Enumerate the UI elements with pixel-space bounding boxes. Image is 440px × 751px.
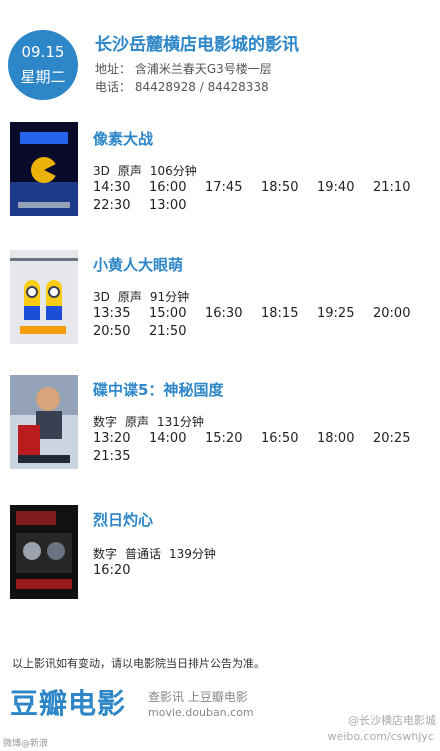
movie-poster[interactable] <box>10 122 78 216</box>
showtime[interactable]: 21:50 <box>149 324 204 339</box>
showtime[interactable]: 18:50 <box>261 180 316 195</box>
showtime[interactable]: 15:00 <box>149 306 204 321</box>
cinema-phone: 电话： 84428928 / 84428338 <box>95 80 269 94</box>
date-badge: 09.15 星期二 <box>8 30 78 100</box>
showtime[interactable]: 21:35 <box>93 449 148 464</box>
movie-title[interactable]: 小黄人大眼萌 <box>93 254 183 275</box>
movie-meta: 3D 原声 106分钟 <box>93 162 205 179</box>
showtime[interactable]: 13:00 <box>149 198 204 213</box>
schedule-notice: 以上影讯如有变动，请以电影院当日排片公告为准。 <box>12 657 265 670</box>
movie-audio: 普通话 <box>125 547 162 561</box>
watermark-weibo-account: @长沙横店电影城 <box>348 714 436 727</box>
movie-poster[interactable] <box>10 375 78 469</box>
showtime[interactable]: 16:20 <box>93 563 148 578</box>
watermark-weibo-url: weibo.com/cswhjyc <box>327 730 434 743</box>
showtime[interactable]: 18:00 <box>317 431 372 446</box>
movie-audio: 原声 <box>117 164 142 178</box>
movie-duration: 106分钟 <box>149 164 197 178</box>
showtime[interactable]: 13:35 <box>93 306 148 321</box>
movie-title[interactable]: 碟中谍5：神秘国度 <box>93 379 223 400</box>
showtime[interactable]: 14:00 <box>149 431 204 446</box>
movie-audio: 原声 <box>125 415 150 429</box>
showtime[interactable]: 13:20 <box>93 431 148 446</box>
movie-duration: 139分钟 <box>169 547 216 561</box>
showtime[interactable]: 17:45 <box>205 180 260 195</box>
movie-poster[interactable] <box>10 250 78 344</box>
movie-format: 数字 <box>93 415 118 429</box>
showtime[interactable]: 16:30 <box>205 306 260 321</box>
showtime[interactable]: 19:25 <box>317 306 372 321</box>
movie-format: 3D <box>93 290 110 304</box>
movie-title[interactable]: 像素大战 <box>93 128 153 149</box>
movie-duration: 91分钟 <box>149 290 190 304</box>
showtime[interactable]: 21:10 <box>373 180 428 195</box>
movie-meta: 数字 原声 131分钟 <box>93 413 212 430</box>
movie-meta: 3D 原声 91分钟 <box>93 288 197 305</box>
showtime[interactable]: 20:25 <box>373 431 428 446</box>
footer-url[interactable]: movie.douban.com <box>148 706 254 719</box>
movie-format: 3D <box>93 164 110 178</box>
cinema-title: 长沙岳麓横店电影城的影讯 <box>95 35 299 55</box>
movie-meta: 数字 普通话 139分钟 <box>93 545 224 562</box>
showtime[interactable]: 18:15 <box>261 306 316 321</box>
movie-title[interactable]: 烈日灼心 <box>93 509 153 530</box>
date-text: 09.15 <box>21 43 65 61</box>
movie-poster[interactable] <box>10 505 78 599</box>
showtime[interactable]: 16:50 <box>261 431 316 446</box>
cinema-address: 地址： 含浦米兰春天G3号楼一层 <box>95 62 272 76</box>
showtime[interactable]: 15:20 <box>205 431 260 446</box>
footer-slogan: 查影讯 上豆瓣电影 <box>148 690 248 704</box>
showtime[interactable]: 20:50 <box>93 324 148 339</box>
movie-format: 数字 <box>93 547 118 561</box>
watermark-left: 微博@新浪 <box>3 739 49 749</box>
header: 09.15 星期二 长沙岳麓横店电影城的影讯 地址： 含浦米兰春天G3号楼一层 … <box>0 0 440 110</box>
footer: 豆瓣电影 查影讯 上豆瓣电影 movie.douban.com 微博@新浪 @长… <box>0 680 440 751</box>
weekday-text: 星期二 <box>20 68 66 86</box>
showtime[interactable]: 14:30 <box>93 180 148 195</box>
showtime[interactable]: 16:00 <box>149 180 204 195</box>
showtime[interactable]: 22:30 <box>93 198 148 213</box>
movie-audio: 原声 <box>117 290 142 304</box>
showtime[interactable]: 20:00 <box>373 306 428 321</box>
movie-duration: 131分钟 <box>157 415 204 429</box>
douban-movie-logo[interactable]: 豆瓣电影 <box>10 682 126 722</box>
showtime[interactable]: 19:40 <box>317 180 372 195</box>
